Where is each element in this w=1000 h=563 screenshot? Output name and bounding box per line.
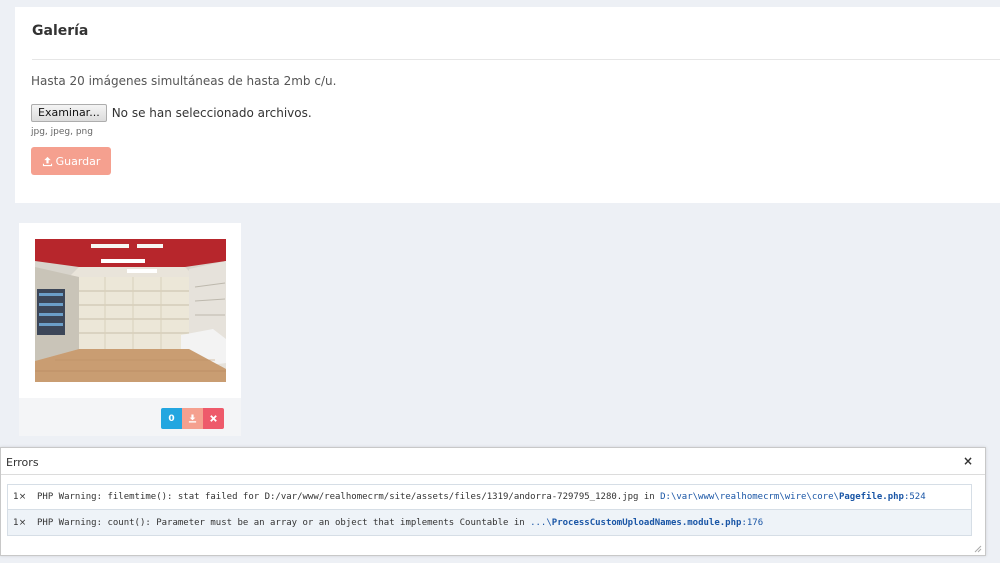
error-row: 1× PHP Warning: filemtime(): stat failed… [7,484,972,510]
gallery-thumbnail[interactable] [35,239,226,382]
error-text: PHP Warning: count(): Parameter must be … [37,517,531,528]
file-input[interactable]: Examinar... No se han seleccionado archi… [31,104,312,122]
image-actions: 0 [161,408,224,429]
delete-button[interactable] [203,408,224,429]
errors-title: Errors [6,456,39,469]
error-link-file: Pagefile.php [838,492,904,502]
errors-header: Errors × [1,448,985,475]
close-icon[interactable]: × [963,454,973,468]
error-text: PHP Warning: filemtime(): stat failed fo… [37,492,661,502]
error-link-file: ProcessCustomUploadNames.module.php [551,517,742,528]
panel-title: Galería [32,23,89,39]
error-count: 1× [13,517,27,528]
close-icon [210,415,217,422]
save-button[interactable]: Guardar [31,147,111,175]
upload-description: Hasta 20 imágenes simultáneas de hasta 2… [31,74,337,88]
image-card: 0 [19,223,241,436]
upload-icon [42,156,52,166]
error-row: 1× PHP Warning: count(): Parameter must … [7,510,972,536]
error-file-link[interactable]: ...\ProcessCustomUploadNames.module.php:… [530,518,763,528]
file-types-hint: jpg, jpeg, png [31,127,93,137]
error-link-path: ...\ [530,517,552,528]
error-message: PHP Warning: count(): Parameter must be … [31,518,763,528]
image-counter-badge[interactable]: 0 [161,408,182,429]
error-message: PHP Warning: filemtime(): stat failed fo… [31,492,926,502]
error-link-line: :176 [741,517,764,528]
save-label: Guardar [55,154,101,168]
errors-list: 1× PHP Warning: filemtime(): stat failed… [7,484,972,536]
browse-button[interactable]: Examinar... [31,104,107,122]
resize-grip-icon[interactable] [974,545,982,553]
file-status-text: No se han seleccionado archivos. [111,106,312,120]
error-file-link[interactable]: D:\var\www\realhomecrm\wire\core\Pagefil… [660,492,926,502]
error-link-line: :524 [903,492,926,502]
errors-panel: Errors × 1× PHP Warning: filemtime(): st… [0,447,986,556]
gallery-panel: Galería Hasta 20 imágenes simultáneas de… [15,7,1000,203]
divider [32,59,1000,60]
error-link-path: D:\var\www\realhomecrm\wire\core\ [660,492,839,502]
download-icon [188,414,197,423]
error-count: 1× [13,492,27,502]
download-button[interactable] [182,408,203,429]
